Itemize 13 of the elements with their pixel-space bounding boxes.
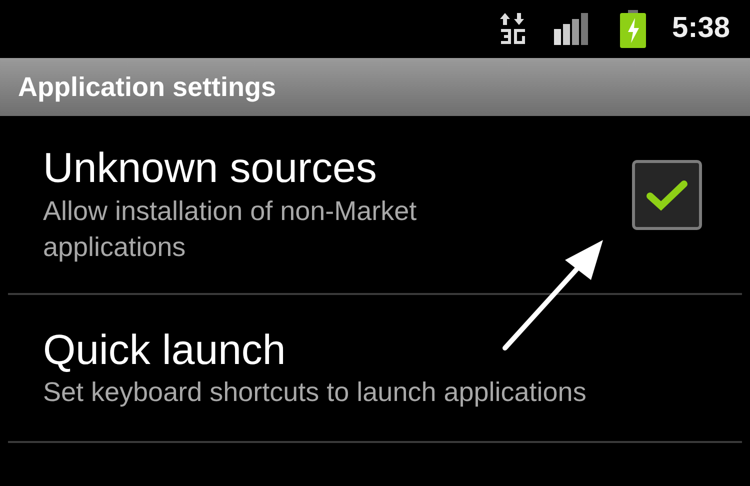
battery-charging-icon — [620, 10, 646, 48]
section-title: Application settings — [18, 70, 276, 104]
setting-item[interactable]: Unknown sources Allow installation of non-Market applications — [8, 116, 742, 295]
signal-icon — [554, 13, 590, 45]
checkmark-icon — [646, 178, 688, 210]
setting-summary: Set keyboard shortcuts to launch applications — [43, 376, 586, 410]
data-3g-icon — [500, 13, 526, 45]
setting-item[interactable]: Quick launch Set keyboard shortcuts to launch applications — [8, 295, 742, 443]
setting-title: Quick launch — [43, 326, 287, 374]
clock-time: 5:38 — [672, 11, 730, 46]
setting-summary: Allow installation of non-Market applications — [43, 194, 418, 264]
setting-title: Unknown sources — [43, 144, 378, 193]
checkbox[interactable] — [632, 160, 702, 230]
